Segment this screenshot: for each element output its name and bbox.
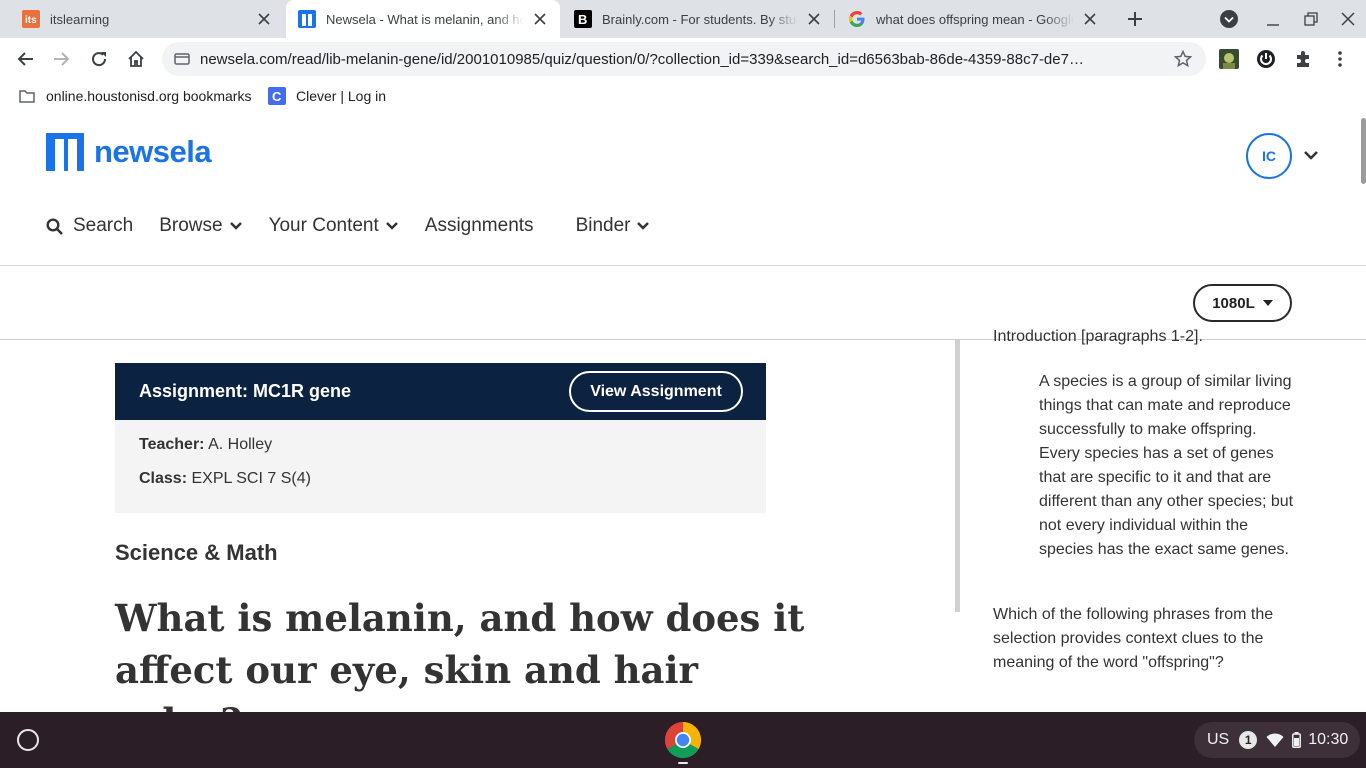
minimize-icon[interactable]: [1261, 7, 1285, 31]
quiz-intro-text: Introduction [paragraphs 1-2].: [993, 328, 1203, 345]
reading-level-select[interactable]: 1080L: [1193, 284, 1292, 322]
browser-tab-strip: its itslearning Newsela - What is melani…: [0, 0, 1366, 38]
folder-icon: [18, 87, 36, 105]
teacher-row: Teacher: A. Holley: [139, 436, 272, 454]
chevron-down-icon[interactable]: [1302, 148, 1320, 162]
svg-text:its: its: [25, 15, 37, 26]
forward-icon[interactable]: [50, 47, 74, 71]
clever-icon: C: [268, 87, 286, 105]
bookmark-clever[interactable]: C Clever | Log in: [268, 87, 386, 105]
tab-title: itslearning: [50, 11, 110, 27]
teacher-label: Teacher:: [139, 436, 205, 453]
tab-brainly[interactable]: B Brainly.com - For students. By student…: [562, 0, 834, 38]
nav-your-content[interactable]: Your Content: [269, 215, 399, 237]
tab-title: what does offspring mean - Google Search: [876, 11, 1074, 27]
nav-browse-label: Browse: [159, 215, 223, 236]
assignment-banner: Assignment: MC1R gene View Assignment: [115, 363, 766, 420]
chevron-down-icon: [637, 222, 650, 230]
brainly-favicon: B: [574, 10, 592, 28]
tab-title: Newsela - What is melanin, and how does …: [326, 11, 524, 27]
nav-search[interactable]: Search: [46, 215, 133, 237]
caret-down-icon: [1262, 300, 1273, 306]
teacher-name: A. Holley: [208, 436, 273, 453]
os-shelf: US 1 10:30: [0, 712, 1366, 768]
main-nav: Search Browse Your Content Assignments B…: [46, 211, 676, 241]
tab-separator: [834, 10, 835, 28]
newsela-logo-mark: [46, 133, 84, 171]
svg-text:C: C: [272, 89, 282, 104]
bookmarks-bar: online.houstonisd.org bookmarks C Clever…: [0, 80, 1366, 114]
quote-border: [955, 340, 960, 612]
close-icon[interactable]: [1082, 11, 1098, 27]
notification-count: 1: [1239, 731, 1258, 749]
tab-google-search[interactable]: what does offspring mean - Google Search: [836, 0, 1110, 38]
nav-browse[interactable]: Browse: [159, 215, 242, 237]
chrome-app-icon[interactable]: [664, 721, 702, 759]
tab-newsela[interactable]: Newsela - What is melanin, and how does …: [286, 0, 560, 38]
status-tray[interactable]: US 1 10:30: [1194, 722, 1360, 758]
close-icon[interactable]: [532, 11, 548, 27]
assignment-title: Assignment: MC1R gene: [139, 381, 352, 401]
class-label: Class:: [139, 470, 188, 487]
clock: 10:30: [1308, 731, 1349, 748]
extension-avatar-icon[interactable]: [1217, 47, 1241, 71]
chevron-down-icon: [229, 222, 242, 230]
nav-search-label: Search: [73, 215, 134, 236]
bookmark-star-icon[interactable]: [1173, 49, 1193, 73]
class-name: EXPL SCI 7 S(4): [191, 470, 311, 487]
quiz-quote: A species is a group of similar living t…: [1039, 373, 1294, 558]
wifi-icon: [1266, 733, 1284, 747]
newsela-logo[interactable]: newsela: [46, 133, 212, 171]
reading-level-value: 1080L: [1212, 294, 1255, 312]
class-row: Class: EXPL SCI 7 S(4): [139, 470, 311, 488]
close-icon[interactable]: [806, 11, 822, 27]
address-bar[interactable]: newsela.com/read/lib-melanin-gene/id/200…: [162, 42, 1206, 76]
nav-assignments[interactable]: Assignments: [425, 215, 534, 237]
bookmark-folder-houstonisd[interactable]: online.houstonisd.org bookmarks: [18, 87, 251, 105]
newsela-logo-text: newsela: [94, 134, 212, 169]
tab-title: Brainly.com - For students. By students.: [602, 11, 798, 27]
close-window-icon[interactable]: [1336, 7, 1360, 31]
nav-assignments-label: Assignments: [424, 215, 534, 236]
tab-itslearning[interactable]: its itslearning: [0, 0, 284, 38]
reload-icon[interactable]: [87, 47, 111, 71]
power-extension-icon[interactable]: [1254, 47, 1278, 71]
article-subject[interactable]: Science & Math: [115, 540, 278, 566]
google-favicon: [848, 10, 866, 28]
search-icon: [46, 217, 63, 235]
itslearning-favicon: its: [22, 10, 40, 28]
view-assignment-button[interactable]: View Assignment: [569, 371, 743, 412]
extensions-puzzle-icon[interactable]: [1291, 47, 1315, 71]
svg-text:B: B: [578, 12, 587, 27]
user-avatar[interactable]: IC: [1246, 133, 1292, 179]
chevron-down-icon: [385, 222, 398, 230]
battery-icon: [1292, 732, 1302, 748]
running-indicator: [678, 762, 688, 764]
article-headline: What is melanin, and how does it affect …: [115, 596, 805, 712]
bookmark-label: online.houstonisd.org bookmarks: [46, 88, 252, 104]
tab-search-icon[interactable]: [1217, 7, 1241, 31]
restore-icon[interactable]: [1299, 7, 1323, 31]
nav-divider: [0, 265, 1366, 266]
browser-menu-icon[interactable]: [1328, 47, 1352, 71]
back-icon[interactable]: [13, 47, 37, 71]
launcher-icon[interactable]: [17, 729, 39, 751]
quiz-question: Which of the following phrases from the …: [993, 606, 1274, 671]
url-text: newsela.com/read/lib-melanin-gene/id/200…: [200, 51, 1084, 68]
newsela-favicon: [298, 10, 316, 28]
bookmark-label: Clever | Log in: [296, 88, 387, 104]
nav-binder-label: Binder: [575, 215, 631, 236]
nav-your-content-label: Your Content: [268, 215, 379, 236]
home-icon[interactable]: [124, 47, 148, 71]
keyboard-layout: US: [1207, 731, 1230, 748]
page-scrollbar[interactable]: [1361, 118, 1366, 184]
browser-toolbar: newsela.com/read/lib-melanin-gene/id/200…: [0, 38, 1366, 80]
new-tab-icon[interactable]: [1123, 7, 1147, 31]
assignment-details: Teacher: A. Holley Class: EXPL SCI 7 S(4…: [115, 420, 766, 513]
close-icon[interactable]: [256, 11, 272, 27]
site-info-icon[interactable]: [174, 51, 190, 72]
nav-binder[interactable]: Binder: [576, 215, 651, 237]
newsela-page: newsela IC Search Browse Your Content As…: [0, 114, 1366, 712]
